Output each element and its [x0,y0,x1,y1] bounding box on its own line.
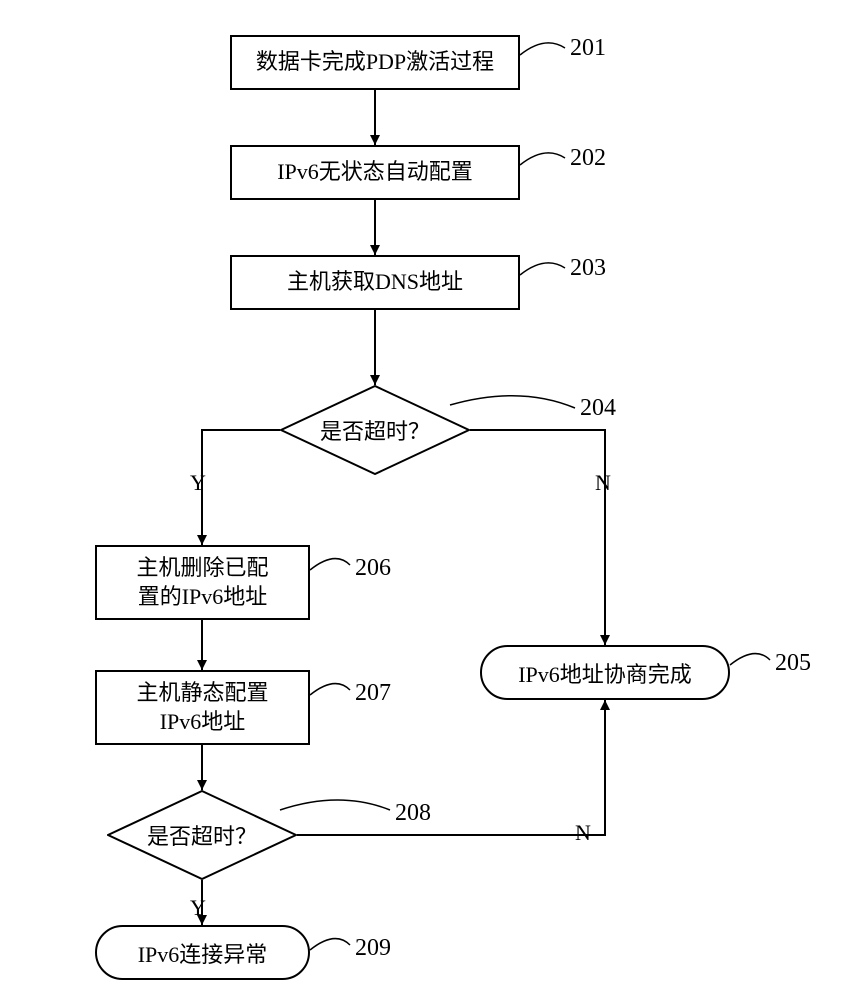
step-203: 主机获取DNS地址 [230,255,520,310]
label-206: 206 [355,555,391,582]
branch-n2: N [575,820,591,846]
step-206-text: 主机删除已配 置的IPv6地址 [136,554,268,611]
terminator-209-text: IPv6连接异常 [138,937,268,969]
branch-y2: Y [190,895,206,921]
step-207-text: 主机静态配置 IPv6地址 [136,679,268,736]
step-201: 数据卡完成PDP激活过程 [230,35,520,90]
step-202: IPv6无状态自动配置 [230,145,520,200]
label-204: 204 [580,395,616,422]
label-202: 202 [570,145,606,172]
step-203-text: 主机获取DNS地址 [287,268,463,297]
label-208: 208 [395,800,431,827]
terminator-205-text: IPv6地址协商完成 [518,657,692,689]
decision-204-text: 是否超时？ [320,414,430,446]
step-202-text: IPv6无状态自动配置 [277,158,473,187]
branch-y1: Y [190,470,206,496]
decision-208-text: 是否超时？ [147,819,257,851]
label-209: 209 [355,935,391,962]
terminator-205: IPv6地址协商完成 [480,645,730,700]
terminator-209: IPv6连接异常 [95,925,310,980]
label-203: 203 [570,255,606,282]
label-207: 207 [355,680,391,707]
decision-208: 是否超时？ [107,790,297,880]
step-206: 主机删除已配 置的IPv6地址 [95,545,310,620]
decision-204: 是否超时？ [280,385,470,475]
label-205: 205 [775,650,811,677]
branch-n1: N [595,470,611,496]
step-201-text: 数据卡完成PDP激活过程 [256,48,494,77]
step-207: 主机静态配置 IPv6地址 [95,670,310,745]
label-201: 201 [570,35,606,62]
